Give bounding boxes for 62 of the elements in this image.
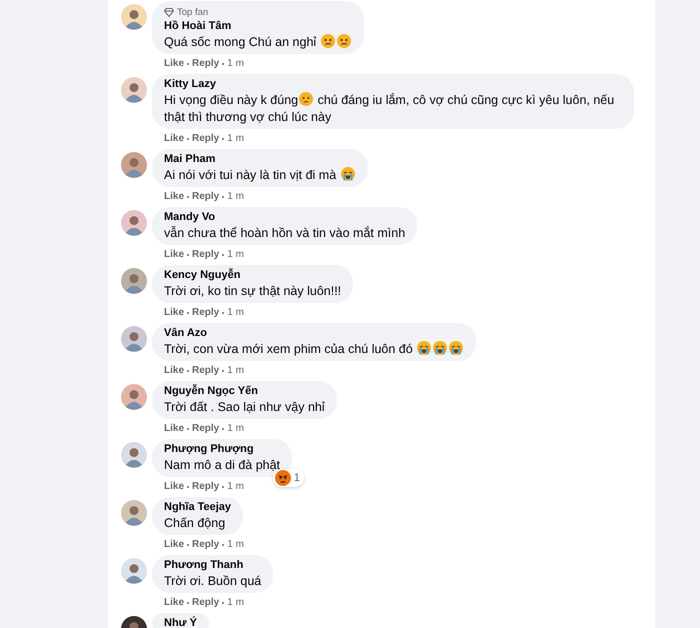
reply-link[interactable]: Reply — [192, 538, 220, 552]
like-link[interactable]: Like — [164, 596, 184, 610]
like-link[interactable]: Like — [164, 306, 184, 320]
reply-link[interactable]: Reply — [192, 248, 220, 262]
comment-time[interactable]: 1 m — [227, 57, 244, 71]
author-name[interactable]: Như Ý — [164, 616, 198, 628]
reply-link[interactable]: Reply — [192, 596, 220, 610]
comment-text: Quá sốc mong Chú an nghỉ — [164, 34, 352, 51]
reply-link[interactable]: Reply — [192, 480, 220, 494]
comment-time[interactable]: 1 m — [227, 480, 244, 494]
like-link[interactable]: Like — [164, 538, 184, 552]
reply-link[interactable]: Reply — [192, 132, 220, 146]
comment-time[interactable]: 1 m — [227, 306, 244, 320]
author-name[interactable]: Nghĩa Teejay — [164, 500, 232, 515]
like-link[interactable]: Like — [164, 132, 184, 146]
comment-text: Trời ơi. Buồn quá — [164, 573, 262, 590]
like-link[interactable]: Like — [164, 248, 184, 262]
author-name[interactable]: Phượng Phượng — [164, 442, 280, 457]
like-link[interactable]: Like — [164, 57, 184, 71]
reaction-count: 1 — [294, 472, 300, 484]
like-link[interactable]: Like — [164, 480, 184, 494]
comment-text: vẫn chưa thể hoàn hồn và tin vào mắt mình — [164, 225, 406, 242]
comment-text: Ai nói với tui này là tin vịt đi mà — [164, 167, 356, 184]
comment-time[interactable]: 1 m — [227, 422, 244, 436]
comment-time[interactable]: 1 m — [227, 132, 244, 146]
comment-time[interactable]: 1 m — [227, 248, 244, 262]
reply-link[interactable]: Reply — [192, 364, 220, 378]
diamond-icon — [164, 8, 174, 17]
angry-emoji-icon — [274, 470, 291, 486]
author-name[interactable]: Phương Thanh — [164, 558, 262, 573]
like-link[interactable]: Like — [164, 422, 184, 436]
like-link[interactable]: Like — [164, 364, 184, 378]
author-name[interactable]: Kitty Lazy — [164, 77, 622, 92]
comment-time[interactable]: 1 m — [227, 364, 244, 378]
sad-emoji-icon — [336, 34, 351, 48]
reply-link[interactable]: Reply — [192, 190, 220, 204]
crying-emoji-icon — [417, 341, 432, 355]
comment-time[interactable]: 1 m — [227, 538, 244, 552]
top-fan-label: Top fan — [177, 7, 208, 18]
reply-link[interactable]: Reply — [192, 57, 220, 71]
reply-link[interactable]: Reply — [192, 306, 220, 320]
comment-text: Trời, con vừa mới xem phim của chú luôn đó — [164, 341, 464, 358]
crying-emoji-icon — [433, 341, 448, 355]
author-name[interactable]: Mandy Vo — [164, 210, 406, 225]
comment-text: Trời ơi, ko tin sự thật này luôn!!! — [164, 283, 342, 300]
author-name[interactable]: Kency Nguyễn — [164, 268, 342, 283]
crying-emoji-icon — [449, 341, 464, 355]
worried-emoji-icon — [299, 92, 314, 106]
reaction-badge[interactable]: 1 — [272, 469, 304, 487]
author-name[interactable]: Vân Azo — [164, 326, 464, 341]
crying-emoji-icon — [340, 167, 355, 181]
comment-text: Chấn động — [164, 515, 226, 532]
author-name[interactable]: Hồ Hoài Tâm — [164, 19, 352, 34]
comment-text: Hi vọng điều này k đúng chú đáng iu lắm, cô vợ chú cũng cực kì yêu luôn, nếu thật thì thương vợ chú lúc này — [164, 92, 616, 126]
like-link[interactable]: Like — [164, 190, 184, 204]
comment-text: Trời đất . Sao lại như vậy nhỉ — [164, 399, 325, 416]
sad-emoji-icon — [320, 34, 335, 48]
author-name[interactable]: Nguyễn Ngọc Yến — [164, 384, 325, 399]
comment-time[interactable]: 1 m — [227, 596, 244, 610]
reply-link[interactable]: Reply — [192, 422, 220, 436]
author-name[interactable]: Mai Pham — [164, 152, 356, 167]
comment-time[interactable]: 1 m — [227, 190, 244, 204]
